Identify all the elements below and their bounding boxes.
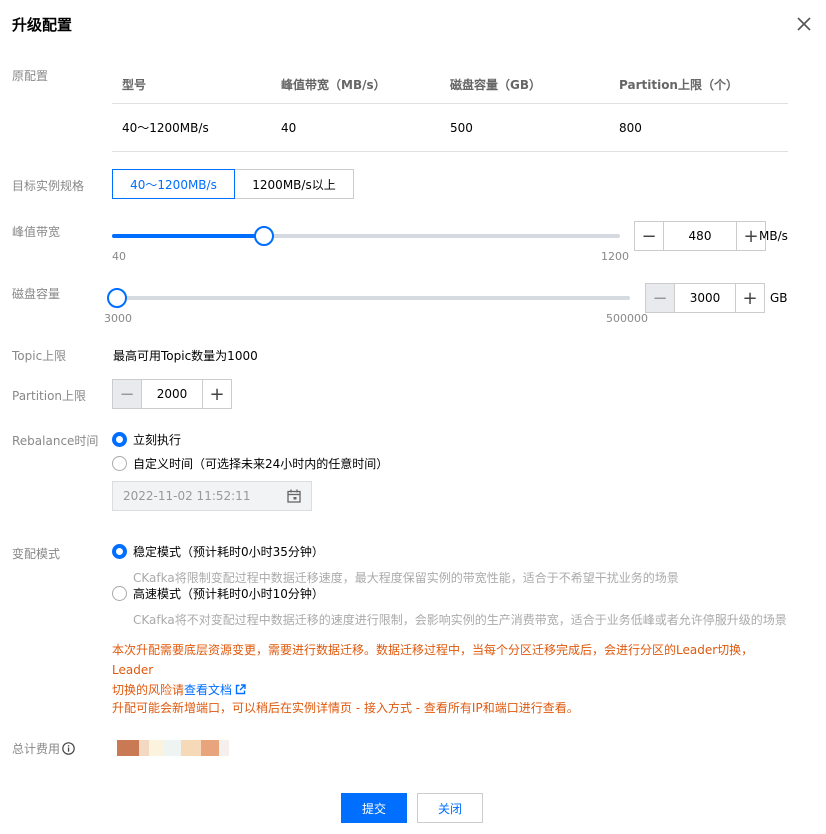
slider-track [117, 296, 630, 300]
radio-unchecked-icon [112, 456, 127, 471]
disk-stepper: − 3000 + [645, 283, 765, 313]
rebalance-datetime-input[interactable]: 2022-11-02 11:52:11 [112, 481, 312, 511]
topic-label: Topic上限 [12, 349, 67, 363]
slider-handle[interactable] [107, 288, 127, 308]
close-button[interactable]: 关闭 [417, 793, 483, 823]
disk-min: 3000 [104, 312, 132, 325]
disk-max: 500000 [606, 312, 648, 325]
mode-label: 变配模式 [12, 547, 61, 561]
header-model: 型号 [122, 78, 147, 92]
cell-model: 40～1200MB/s [122, 121, 209, 135]
port-note: 升配可能会新增端口，可以稍后在实例详情页 - 接入方式 - 查看所有IP和端口进… [112, 701, 579, 715]
disk-unit: GB [770, 291, 788, 305]
header-bandwidth: 峰值带宽（MB/s） [281, 78, 386, 92]
migration-warning: 本次升配需要底层资源变更，需要进行数据迁移。数据迁移过程中，当每个分区迁移完成后… [112, 640, 792, 700]
cell-bandwidth: 40 [281, 120, 297, 135]
calendar-icon [287, 489, 301, 503]
rebalance-custom-label: 自定义时间（可选择未来24小时内的任意时间） [133, 457, 389, 471]
warning-line-2-prefix: 切换的风险请 [112, 683, 185, 697]
spec-option-standard[interactable]: 40～1200MB/s [112, 169, 235, 199]
warning-line-2: 切换的风险请查看文档 [112, 680, 792, 700]
original-config-label: 原配置 [12, 69, 49, 83]
mode-stable-label: 稳定模式（预计耗时0小时35分钟） [133, 545, 324, 559]
partition-label: Partition上限 [12, 389, 87, 403]
table-header: 型号 峰值带宽（MB/s） 磁盘容量（GB） Partition上限（个） [112, 66, 788, 104]
bandwidth-decrement-button[interactable]: − [634, 221, 664, 251]
mode-fast-radio[interactable]: 高速模式（预计耗时0小时10分钟） [112, 585, 324, 602]
mode-stable-hint: CKafka将限制变配过程中数据迁移速度，最大程度保留实例的带宽性能，适合于不希… [133, 571, 679, 585]
header-disk: 磁盘容量（GB） [450, 78, 541, 92]
bandwidth-label: 峰值带宽 [12, 225, 61, 239]
spec-selector: 40～1200MB/s 1200MB/s以上 [112, 169, 354, 199]
bandwidth-slider[interactable] [112, 226, 620, 246]
rebalance-now-label: 立刻执行 [133, 433, 182, 447]
disk-input[interactable]: 3000 [675, 283, 735, 313]
radio-unchecked-icon [112, 586, 127, 601]
partition-decrement-button[interactable]: − [112, 379, 142, 409]
cell-disk: 500 [450, 120, 473, 135]
external-link-icon[interactable] [235, 684, 246, 695]
dialog-title: 升级配置 [12, 16, 73, 34]
partition-input[interactable]: 2000 [142, 379, 202, 409]
bandwidth-min: 40 [112, 250, 126, 263]
disk-increment-button[interactable]: + [735, 283, 765, 313]
warning-line-1: 本次升配需要底层资源变更，需要进行数据迁移。数据迁移过程中，当每个分区迁移完成后… [112, 643, 754, 677]
disk-decrement-button[interactable]: − [645, 283, 675, 313]
datetime-placeholder: 2022-11-02 11:52:11 [123, 489, 251, 503]
bandwidth-max: 1200 [601, 250, 629, 263]
target-spec-label: 目标实例规格 [12, 179, 85, 193]
header-partition: Partition上限（个） [619, 78, 738, 92]
mode-stable-radio[interactable]: 稳定模式（预计耗时0小时35分钟） [112, 543, 324, 560]
rebalance-custom-radio[interactable]: 自定义时间（可选择未来24小时内的任意时间） [112, 455, 388, 472]
bandwidth-unit: MB/s [759, 229, 788, 243]
table-row: 40～1200MB/s 40 500 800 [112, 104, 788, 152]
disk-label: 磁盘容量 [12, 287, 61, 301]
original-config-table: 型号 峰值带宽（MB/s） 磁盘容量（GB） Partition上限（个） 40… [112, 66, 788, 152]
partition-stepper: − 2000 + [112, 379, 232, 409]
submit-button[interactable]: 提交 [341, 793, 407, 823]
radio-checked-icon [112, 432, 127, 447]
view-docs-link[interactable]: 查看文档 [184, 683, 232, 697]
total-cost-value-obscured [117, 740, 229, 756]
total-cost-text: 总计费用 [12, 742, 61, 756]
mode-fast-hint: CKafka将不对变配过程中数据迁移的速度进行限制，会影响实例的生产消费带宽，适… [133, 613, 787, 627]
total-cost-label: 总计费用 [12, 740, 75, 757]
disk-slider[interactable] [107, 288, 630, 308]
radio-checked-icon [112, 544, 127, 559]
cell-partition: 800 [619, 120, 642, 135]
bandwidth-stepper: − 480 + [634, 221, 766, 251]
topic-limit-text: 最高可用Topic数量为1000 [113, 349, 258, 363]
info-icon[interactable] [62, 742, 75, 755]
slider-handle[interactable] [254, 226, 274, 246]
rebalance-label: Rebalance时间 [12, 434, 99, 448]
spec-option-high[interactable]: 1200MB/s以上 [235, 169, 354, 199]
rebalance-now-radio[interactable]: 立刻执行 [112, 431, 181, 448]
bandwidth-input[interactable]: 480 [664, 221, 736, 251]
slider-fill [112, 234, 264, 238]
partition-increment-button[interactable]: + [202, 379, 232, 409]
mode-fast-label: 高速模式（预计耗时0小时10分钟） [133, 587, 324, 601]
close-icon[interactable] [794, 14, 814, 34]
